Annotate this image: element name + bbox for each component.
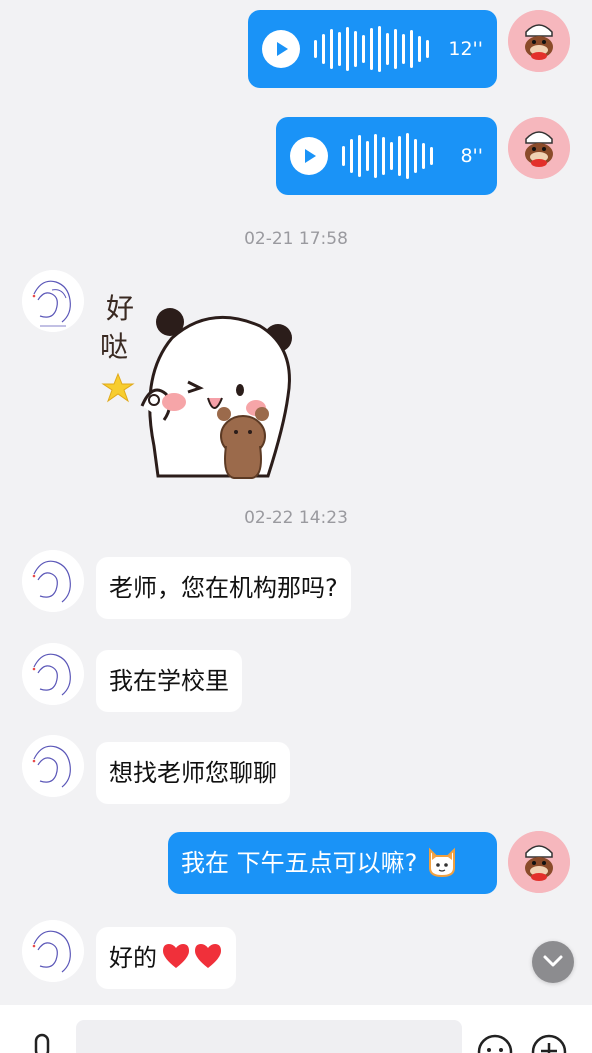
- avatar[interactable]: [22, 735, 84, 797]
- message-bubble[interactable]: 我在学校里: [96, 650, 242, 712]
- microphone-icon[interactable]: [30, 1033, 54, 1053]
- smiley-icon[interactable]: [476, 1033, 514, 1053]
- avatar[interactable]: [22, 550, 84, 612]
- plus-icon[interactable]: [530, 1033, 568, 1053]
- message-bubble[interactable]: 好的: [96, 927, 236, 989]
- message-text: 我在学校里: [109, 667, 229, 695]
- heart-icon: [193, 942, 223, 974]
- heart-icon: [161, 942, 191, 974]
- voice-duration: 8'': [460, 144, 483, 167]
- avatar[interactable]: [22, 270, 84, 332]
- timestamp: 02-21 17:58: [244, 229, 348, 249]
- timestamp: 02-22 14:23: [244, 508, 348, 528]
- voice-message[interactable]: 8'': [276, 117, 497, 195]
- chat-window: 12'' 8'' 02-21 17:58 好 哒 02-22 14:23 老师，…: [0, 0, 592, 1053]
- voice-message[interactable]: 12'': [248, 10, 497, 88]
- scroll-to-bottom-button[interactable]: [532, 941, 574, 983]
- message-bubble[interactable]: 我在 下午五点可以嘛?: [168, 832, 497, 894]
- chevron-down-icon: [542, 953, 564, 972]
- sticker-image[interactable]: 好 哒: [100, 286, 300, 482]
- voice-duration: 12'': [448, 37, 483, 60]
- play-icon[interactable]: [262, 30, 300, 68]
- waveform-icon: [314, 26, 429, 72]
- svg-text:好: 好: [106, 292, 134, 325]
- avatar[interactable]: [22, 920, 84, 982]
- message-bubble[interactable]: 老师，您在机构那吗?: [96, 557, 351, 619]
- avatar[interactable]: [508, 831, 570, 893]
- avatar[interactable]: [508, 10, 570, 72]
- input-bar: [0, 1005, 592, 1053]
- message-input[interactable]: [76, 1020, 462, 1053]
- message-bubble[interactable]: 想找老师您聊聊: [96, 742, 290, 804]
- waveform-icon: [342, 133, 433, 179]
- message-text: 好的: [109, 944, 157, 972]
- message-text: 我在 下午五点可以嘛?: [181, 849, 418, 877]
- avatar[interactable]: [22, 643, 84, 705]
- svg-text:哒: 哒: [100, 330, 128, 363]
- message-text: 想找老师您聊聊: [109, 759, 277, 787]
- play-icon[interactable]: [290, 137, 328, 175]
- message-text: 老师，您在机构那吗?: [109, 574, 338, 602]
- cat-emoji-icon: [425, 844, 459, 882]
- avatar[interactable]: [508, 117, 570, 179]
